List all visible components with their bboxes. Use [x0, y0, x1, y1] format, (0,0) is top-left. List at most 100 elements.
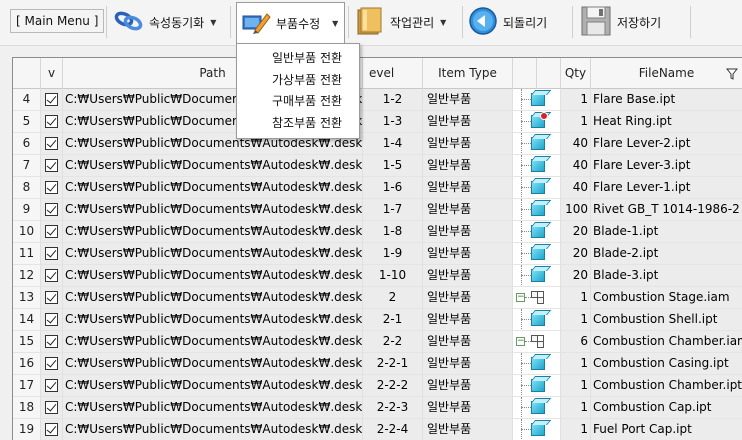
checkbox-checked-icon[interactable] [45, 269, 58, 282]
path-cell[interactable]: C:₩Users₩Public₩Documents₩Autodesk₩.desk… [63, 331, 363, 353]
item-type-cell[interactable]: 일반부품 [423, 89, 513, 111]
item-type-cell[interactable]: 일반부품 [423, 111, 513, 133]
filename-cell[interactable]: Flare Base.ipt [591, 89, 742, 111]
filename-cell[interactable]: Heat Ring.ipt [591, 111, 742, 133]
checkbox-checked-icon[interactable] [45, 225, 58, 238]
filename-cell[interactable]: Combustion Shell.ipt [591, 309, 742, 331]
path-cell[interactable]: C:₩Users₩Public₩Documents₩Autodesk₩.desk… [63, 221, 363, 243]
header-qty[interactable]: Qty [561, 58, 591, 89]
item-type-cell[interactable]: 일반부품 [423, 133, 513, 155]
filename-cell[interactable]: Blade-2.ipt [591, 243, 742, 265]
chevron-down-icon[interactable]: ▼ [210, 18, 216, 27]
table-row[interactable]: 19 C:₩Users₩Public₩Documents₩Autodesk₩.de… [13, 419, 742, 440]
table-row[interactable]: 13 C:₩Users₩Public₩Documents₩Autodesk₩.de… [13, 287, 742, 309]
menu-item-reference-part[interactable]: 참조부품 전환 [237, 113, 359, 135]
row-checkbox-cell[interactable] [41, 221, 63, 243]
table-row[interactable]: 18 C:₩Users₩Public₩Documents₩Autodesk₩.de… [13, 397, 742, 419]
row-checkbox-cell[interactable] [41, 133, 63, 155]
table-row[interactable]: 9 C:₩Users₩Public₩Documents₩Autodesk₩.des… [13, 199, 742, 221]
item-type-cell[interactable]: 일반부품 [423, 155, 513, 177]
filename-cell[interactable]: Flare Lever-1.ipt [591, 177, 742, 199]
item-type-cell[interactable]: 일반부품 [423, 221, 513, 243]
filename-cell[interactable]: Blade-1.ipt [591, 221, 742, 243]
checkbox-checked-icon[interactable] [45, 357, 58, 370]
chevron-down-icon[interactable]: ▼ [440, 18, 446, 27]
table-row[interactable]: 8 C:₩Users₩Public₩Documents₩Autodesk₩.des… [13, 177, 742, 199]
table-row[interactable]: 10 C:₩Users₩Public₩Documents₩Autodesk₩.de… [13, 221, 742, 243]
row-checkbox-cell[interactable] [41, 397, 63, 419]
table-row[interactable]: 17 C:₩Users₩Public₩Documents₩Autodesk₩.de… [13, 375, 742, 397]
filename-cell[interactable]: Fuel Port Cap.ipt [591, 419, 742, 440]
item-type-cell[interactable]: 일반부품 [423, 419, 513, 440]
filename-cell[interactable]: Combustion Chamber.iam [591, 331, 742, 353]
item-type-cell[interactable]: 일반부품 [423, 177, 513, 199]
row-checkbox-cell[interactable] [41, 265, 63, 287]
checkbox-checked-icon[interactable] [45, 313, 58, 326]
row-checkbox-cell[interactable] [41, 111, 63, 133]
item-type-cell[interactable]: 일반부품 [423, 375, 513, 397]
path-cell[interactable]: C:₩Users₩Public₩Documents₩Autodesk₩.desk… [63, 309, 363, 331]
save-button[interactable]: 저장하기 [580, 4, 661, 40]
sync-button[interactable]: 속성동기화 ▼ [114, 4, 216, 40]
row-checkbox-cell[interactable] [41, 89, 63, 111]
filter-icon[interactable] [725, 58, 739, 89]
item-type-cell[interactable]: 일반부품 [423, 243, 513, 265]
path-cell[interactable]: C:₩Users₩Public₩Documents₩Autodesk₩.desk… [63, 243, 363, 265]
table-row[interactable]: 14 C:₩Users₩Public₩Documents₩Autodesk₩.de… [13, 309, 742, 331]
path-cell[interactable]: C:₩Users₩Public₩Documents₩Autodesk₩.desk… [63, 353, 363, 375]
menu-item-purchase-part[interactable]: 구매부품 전환 [237, 91, 359, 113]
row-checkbox-cell[interactable] [41, 419, 63, 440]
item-type-cell[interactable]: 일반부품 [423, 287, 513, 309]
path-cell[interactable]: C:₩Users₩Public₩Documents₩Autodesk₩.desk… [63, 177, 363, 199]
table-row[interactable]: 15 C:₩Users₩Public₩Documents₩Autodesk₩.de… [13, 331, 742, 353]
header-v[interactable]: v [41, 58, 63, 89]
filename-cell[interactable]: Combustion Stage.iam [591, 287, 742, 309]
header-item-type[interactable]: Item Type [423, 58, 513, 89]
collapse-icon[interactable]: − [516, 293, 525, 302]
checkbox-checked-icon[interactable] [45, 137, 58, 150]
row-checkbox-cell[interactable] [41, 353, 63, 375]
checkbox-checked-icon[interactable] [45, 379, 58, 392]
item-type-cell[interactable]: 일반부품 [423, 397, 513, 419]
row-checkbox-cell[interactable] [41, 287, 63, 309]
item-type-cell[interactable]: 일반부품 [423, 309, 513, 331]
table-row[interactable]: 5C:₩Users₩Public₩Documents₩Autodesk₩.des… [13, 111, 742, 133]
checkbox-checked-icon[interactable] [45, 291, 58, 304]
item-type-cell[interactable]: 일반부품 [423, 331, 513, 353]
row-checkbox-cell[interactable] [41, 243, 63, 265]
header-filename[interactable]: FileName [591, 58, 742, 89]
row-checkbox-cell[interactable] [41, 177, 63, 199]
path-cell[interactable]: C:₩Users₩Public₩Documents₩Autodesk₩.desk… [63, 199, 363, 221]
work-manage-button[interactable]: 작업관리 ▼ [355, 4, 446, 40]
table-row[interactable]: 6 C:₩Users₩Public₩Documents₩Autodesk₩.des… [13, 133, 742, 155]
menu-item-virtual-part[interactable]: 가상부품 전환 [237, 70, 359, 92]
table-row[interactable]: 11 C:₩Users₩Public₩Documents₩Autodesk₩.de… [13, 243, 742, 265]
path-cell[interactable]: C:₩Users₩Public₩Documents₩Autodesk₩.desk… [63, 155, 363, 177]
item-type-cell[interactable]: 일반부품 [423, 265, 513, 287]
filename-cell[interactable]: Combustion Casing.ipt [591, 353, 742, 375]
filename-cell[interactable]: Combustion Cap.ipt [591, 397, 742, 419]
collapse-icon[interactable]: − [516, 337, 525, 346]
header-level[interactable]: evel [363, 58, 423, 89]
path-cell[interactable]: C:₩Users₩Public₩Documents₩Autodesk₩.desk… [63, 397, 363, 419]
checkbox-checked-icon[interactable] [45, 93, 58, 106]
path-cell[interactable]: C:₩Users₩Public₩Documents₩Autodesk₩.desk… [63, 287, 363, 309]
path-cell[interactable]: C:₩Users₩Public₩Documents₩Autodesk₩.desk… [63, 375, 363, 397]
checkbox-checked-icon[interactable] [45, 115, 58, 128]
checkbox-checked-icon[interactable] [45, 203, 58, 216]
row-checkbox-cell[interactable] [41, 309, 63, 331]
menu-item-general-part[interactable]: 일반부품 전환 [237, 48, 359, 70]
item-type-cell[interactable]: 일반부품 [423, 353, 513, 375]
row-checkbox-cell[interactable] [41, 331, 63, 353]
revert-button[interactable]: 되돌리기 [468, 4, 547, 40]
part-modify-button[interactable]: 부품수정 ▼ [236, 2, 346, 44]
checkbox-checked-icon[interactable] [45, 181, 58, 194]
filename-cell[interactable]: Blade-3.ipt [591, 265, 742, 287]
checkbox-checked-icon[interactable] [45, 401, 58, 414]
path-cell[interactable]: C:₩Users₩Public₩Documents₩Autodesk₩.desk… [63, 419, 363, 440]
table-row[interactable]: 4C:₩Users₩Public₩Documents₩Autodesk₩.des… [13, 89, 742, 111]
table-row[interactable]: 16 C:₩Users₩Public₩Documents₩Autodesk₩.de… [13, 353, 742, 375]
checkbox-checked-icon[interactable] [45, 423, 58, 436]
filename-cell[interactable]: Combustion Chamber.ipt [591, 375, 742, 397]
row-checkbox-cell[interactable] [41, 155, 63, 177]
